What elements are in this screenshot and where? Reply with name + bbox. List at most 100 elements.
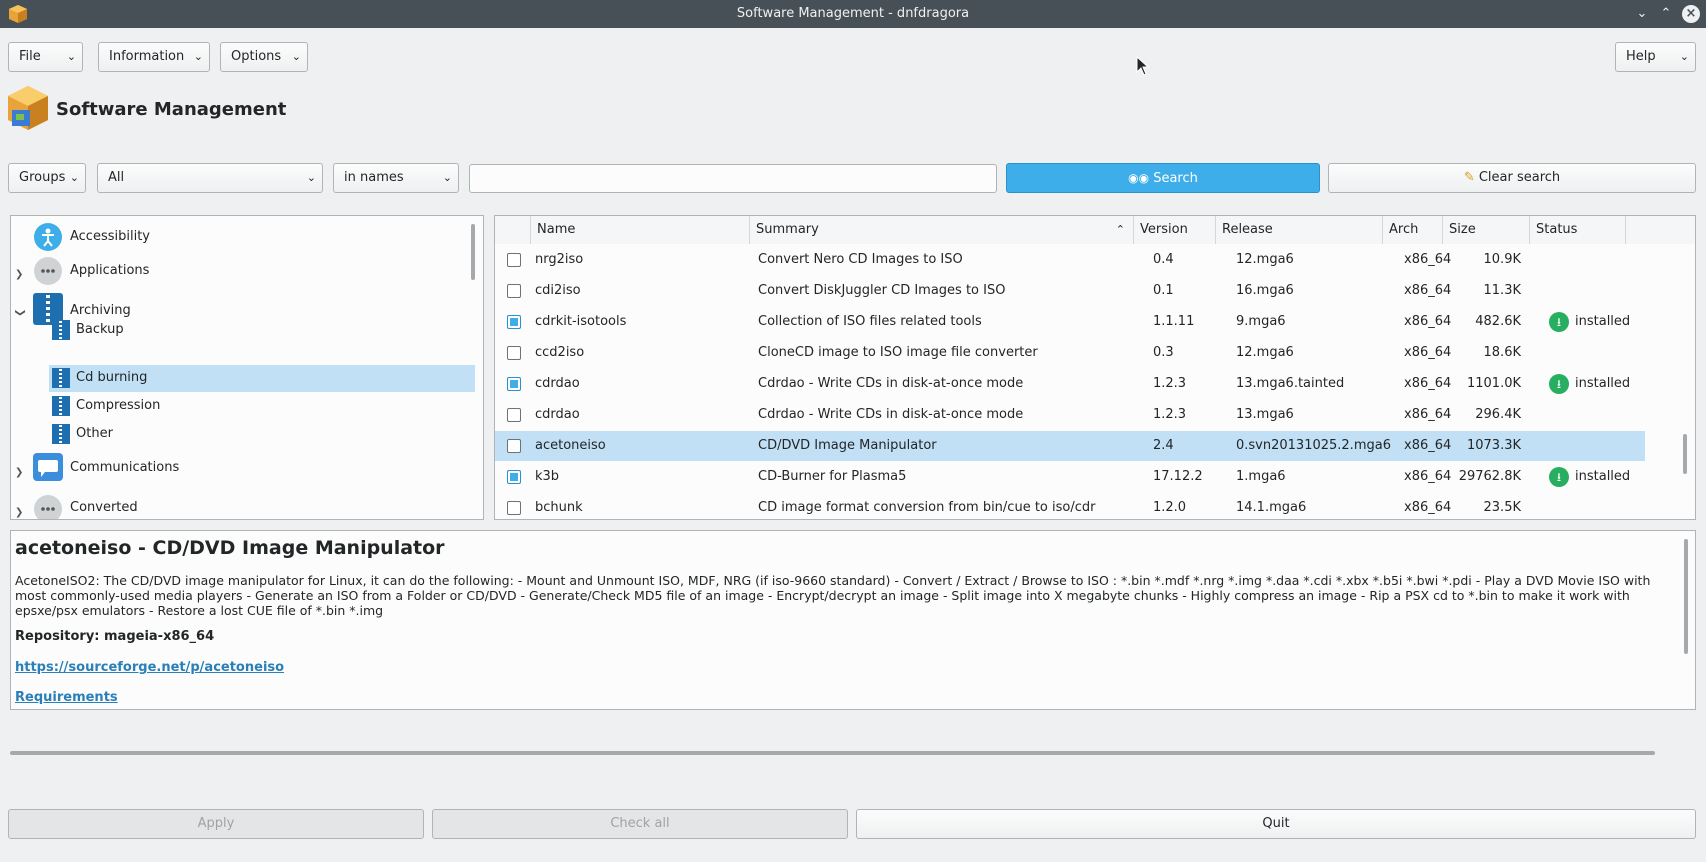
table-row[interactable]: ccd2iso CloneCD image to ISO image file … <box>495 338 1645 368</box>
row-version: 0.3 <box>1153 345 1174 360</box>
chevron-down-icon: ⌄ <box>66 50 76 63</box>
tree-item-communications[interactable]: Communications <box>70 455 179 481</box>
row-size: 29762.8K <box>1458 469 1521 484</box>
help-menu-label: Help <box>1626 49 1656 64</box>
options-menu-button[interactable]: Options ⌄ <box>220 42 308 72</box>
row-name: cdi2iso <box>535 283 581 298</box>
row-release: 12.mga6 <box>1236 345 1294 360</box>
row-release: 13.mga6.tainted <box>1236 376 1345 391</box>
tree-item-backup[interactable]: Backup <box>76 317 124 343</box>
row-name: acetoneiso <box>535 438 606 453</box>
row-summary: Convert Nero CD Images to ISO <box>758 252 963 267</box>
window-title: Software Management - dnfdragora <box>736 6 970 21</box>
apply-button[interactable]: Apply <box>8 809 424 839</box>
close-icon[interactable]: × <box>1682 5 1700 23</box>
view-select-value: Groups <box>19 170 66 185</box>
col-header-size[interactable]: Size <box>1443 216 1530 244</box>
tree-item-other[interactable]: Other <box>76 421 113 447</box>
collapse-arrow-icon[interactable]: ❯ <box>15 309 26 319</box>
row-name: cdrkit-isotools <box>535 314 627 329</box>
table-row-selected[interactable]: acetoneiso CD/DVD Image Manipulator 2.4 … <box>495 431 1645 461</box>
col-header-release[interactable]: Release <box>1216 216 1383 244</box>
col-header-summary[interactable]: Summary ⌃ <box>750 216 1134 244</box>
row-checkbox[interactable] <box>507 470 521 484</box>
software-management-icon <box>8 86 48 130</box>
row-arch: x86_64 <box>1404 376 1452 391</box>
table-scrollbar[interactable] <box>1683 434 1687 474</box>
table-row[interactable]: cdrkit-isotools Collection of ISO files … <box>495 307 1645 337</box>
table-row[interactable]: cdrdao Cdrdao - Write CDs in disk-at-onc… <box>495 400 1645 430</box>
col-header-select[interactable] <box>495 216 531 244</box>
maximize-icon[interactable]: ⌃ <box>1658 6 1674 22</box>
table-row[interactable]: k3b CD-Burner for Plasma5 17.12.2 1.mga6… <box>495 462 1645 492</box>
expand-arrow-icon[interactable]: ❯ <box>15 269 25 280</box>
table-row[interactable]: nrg2iso Convert Nero CD Images to ISO 0.… <box>495 245 1645 275</box>
row-size: 10.9K <box>1483 252 1521 267</box>
minimize-icon[interactable]: ⌄ <box>1634 6 1650 22</box>
row-release: 9.mga6 <box>1236 314 1286 329</box>
tree-item-applications[interactable]: Applications <box>70 258 149 284</box>
col-header-version[interactable]: Version <box>1134 216 1216 244</box>
mouse-cursor-icon <box>1136 56 1150 76</box>
table-row[interactable]: cdrdao Cdrdao - Write CDs in disk-at-onc… <box>495 369 1645 399</box>
compression-icon <box>52 396 70 416</box>
chevron-down-icon: ⌄ <box>1679 50 1689 63</box>
details-requirements-link[interactable]: Requirements <box>15 690 118 705</box>
tree-item-accessibility[interactable]: Accessibility <box>70 224 150 250</box>
tree-item-compression[interactable]: Compression <box>76 393 160 419</box>
quit-button[interactable]: Quit <box>856 809 1696 839</box>
information-menu-button[interactable]: Information ⌄ <box>98 42 210 72</box>
row-checkbox[interactable] <box>507 284 521 298</box>
row-summary: CD/DVD Image Manipulator <box>758 438 937 453</box>
row-checkbox[interactable] <box>507 439 521 453</box>
search-input[interactable] <box>469 164 997 193</box>
table-row[interactable]: cdi2iso Convert DiskJuggler CD Images to… <box>495 276 1645 306</box>
help-menu-button[interactable]: Help ⌄ <box>1615 42 1696 72</box>
row-checkbox[interactable] <box>507 346 521 360</box>
backup-icon <box>52 320 70 340</box>
expand-arrow-icon[interactable]: ❯ <box>15 467 25 478</box>
search-button[interactable]: ◉◉ Search <box>1006 163 1320 193</box>
row-release: 0.svn20131025.2.mga6 <box>1236 438 1391 453</box>
tree-item-cd-burning[interactable]: Cd burning <box>76 365 147 391</box>
tree-item-converted[interactable]: Converted <box>70 495 138 519</box>
group-tree[interactable]: Accessibility ❯ Applications ❯ Archiving… <box>10 215 484 520</box>
horizontal-scrollbar[interactable] <box>10 751 1655 755</box>
expand-arrow-icon[interactable]: ❯ <box>15 507 25 518</box>
check-all-button[interactable]: Check all <box>432 809 848 839</box>
search-in-select[interactable]: in names ⌄ <box>333 163 459 193</box>
row-arch: x86_64 <box>1404 345 1452 360</box>
row-checkbox[interactable] <box>507 408 521 422</box>
row-version: 1.2.0 <box>1153 500 1187 515</box>
row-checkbox[interactable] <box>507 253 521 267</box>
converted-icon <box>34 495 62 519</box>
details-description: AcetoneISO2: The CD/DVD image manipulato… <box>15 573 1651 618</box>
row-checkbox[interactable] <box>507 315 521 329</box>
details-repository: Repository: mageia-x86_64 <box>15 629 215 644</box>
package-table[interactable]: Name Summary ⌃ Version Release Arch Size… <box>494 215 1696 520</box>
clear-search-label: Clear search <box>1478 170 1561 185</box>
col-header-status[interactable]: Status <box>1530 216 1626 244</box>
details-url-link[interactable]: https://sourceforge.net/p/acetoneiso <box>15 660 284 675</box>
tree-scrollbar[interactable] <box>471 224 475 280</box>
row-checkbox[interactable] <box>507 501 521 515</box>
chevron-down-icon: ⌄ <box>291 50 301 63</box>
col-header-name[interactable]: Name <box>531 216 750 244</box>
col-header-filler <box>1626 216 1695 244</box>
filter-select-value: All <box>108 170 125 185</box>
search-in-select-value: in names <box>344 170 404 185</box>
table-row[interactable]: bchunk CD image format conversion from b… <box>495 493 1645 519</box>
accessibility-icon <box>34 223 62 251</box>
details-title: acetoneiso - CD/DVD Image Manipulator <box>15 537 445 559</box>
view-select[interactable]: Groups ⌄ <box>8 163 86 193</box>
row-release: 16.mga6 <box>1236 283 1294 298</box>
clear-search-button[interactable]: ✎ Clear search <box>1328 163 1696 193</box>
row-size: 11.3K <box>1483 283 1521 298</box>
row-name: nrg2iso <box>535 252 584 267</box>
filter-select[interactable]: All ⌄ <box>97 163 323 193</box>
file-menu-button[interactable]: File ⌄ <box>8 42 83 72</box>
row-version: 1.2.3 <box>1153 407 1187 422</box>
row-checkbox[interactable] <box>507 377 521 391</box>
details-scrollbar[interactable] <box>1684 539 1688 654</box>
col-header-arch[interactable]: Arch <box>1383 216 1443 244</box>
